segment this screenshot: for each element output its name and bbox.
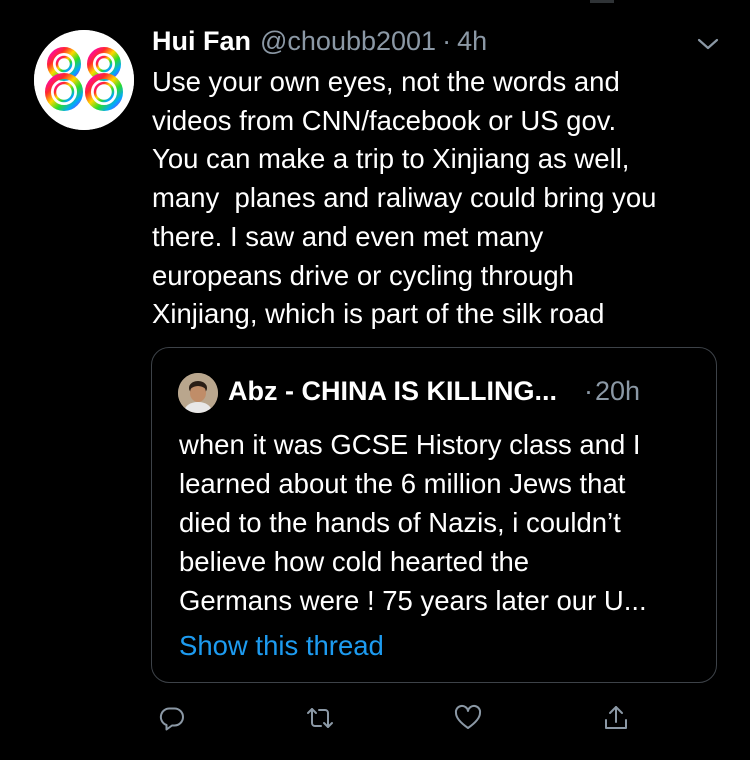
tweet-text: Use your own eyes, not the words and vid… [152, 66, 657, 330]
show-thread-link[interactable]: Show this thread [179, 630, 384, 662]
timestamp[interactable]: 4h [457, 26, 487, 57]
separator-dot: · [442, 26, 452, 56]
tweet[interactable]: Hui Fan @choubb2001 · 4h Use your own ey… [0, 0, 750, 760]
quoted-tweet[interactable]: Abz - CHINA IS KILLING... · 20h when it … [151, 347, 717, 683]
quoted-text: when it was GCSE History class and I lea… [179, 429, 647, 616]
divider [590, 0, 614, 3]
display-name[interactable]: Hui Fan [152, 26, 251, 57]
tweet-header: Hui Fan @choubb2001 · 4h [152, 26, 487, 60]
avatar[interactable] [34, 30, 134, 130]
quoted-display-name[interactable]: Abz - CHINA IS KILLING... [228, 376, 557, 407]
reply-icon[interactable] [157, 703, 187, 733]
quoted-header: Abz - CHINA IS KILLING... · 20h [228, 376, 640, 407]
retweet-icon[interactable] [305, 703, 335, 733]
user-handle[interactable]: @choubb2001 [260, 26, 436, 57]
chevron-down-icon[interactable] [694, 30, 722, 58]
share-icon[interactable] [601, 703, 631, 733]
heart-icon[interactable] [453, 703, 483, 733]
quoted-timestamp[interactable]: 20h [595, 376, 640, 407]
separator-dot: · [583, 376, 593, 406]
quoted-avatar[interactable] [178, 373, 218, 413]
